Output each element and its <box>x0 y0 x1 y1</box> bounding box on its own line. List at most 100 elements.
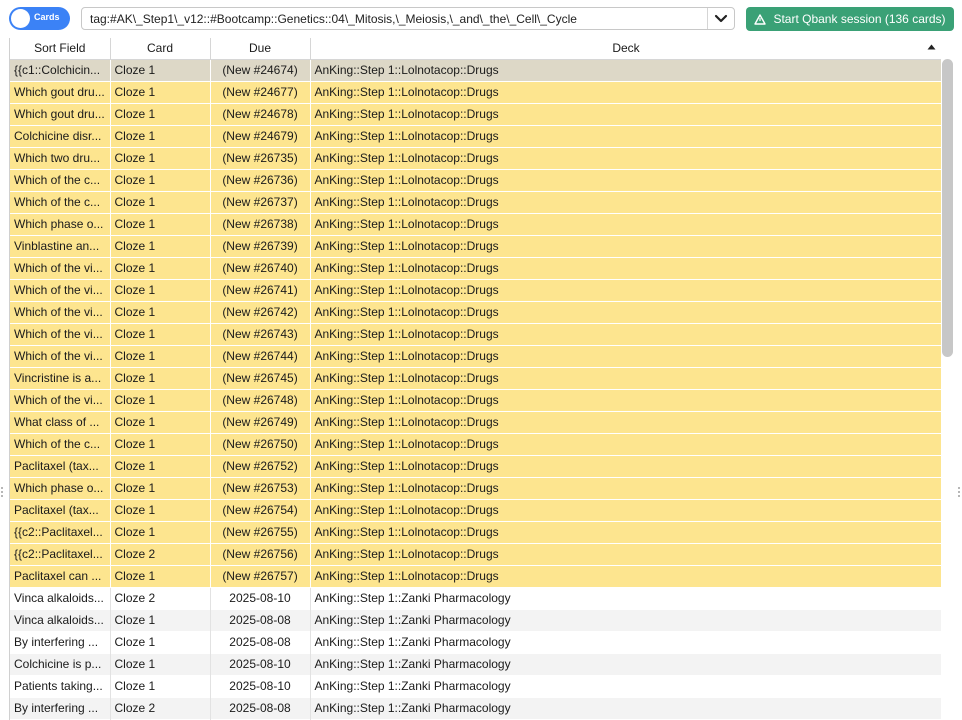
due-cell: 2025-08-10 <box>210 675 311 697</box>
table-row[interactable]: Which of the vi... Cloze 1 (New #26744) AnK… <box>10 345 943 367</box>
card-cell: Cloze 1 <box>110 81 211 103</box>
column-header-deck[interactable]: Deck <box>310 38 943 60</box>
card-cell: Cloze 1 <box>110 59 211 81</box>
deck-cell: AnKing::Step 1::Lolnotacop::Drugs <box>310 257 943 279</box>
table-row[interactable]: Vinca alkaloids... Cloze 2 2025-08-10 AnKin… <box>10 587 943 609</box>
due-cell: 2025-08-10 <box>210 587 311 609</box>
sort-field-cell: What class of ... <box>10 411 111 433</box>
table-row[interactable]: Vincristine is a... Cloze 1 (New #26745) An… <box>10 367 943 389</box>
due-cell: (New #26753) <box>210 477 311 499</box>
cards-notes-toggle[interactable]: Cards <box>9 7 70 30</box>
table-row[interactable]: Colchicine is p... Cloze 1 2025-08-10 AnKin… <box>10 653 943 675</box>
table-header: Sort Field Card Due Deck <box>10 38 943 60</box>
card-cell: Cloze 1 <box>110 125 211 147</box>
due-cell: (New #24677) <box>210 81 311 103</box>
table-row[interactable]: By interfering ... Cloze 2 2025-08-08 AnKin… <box>10 697 943 719</box>
column-header-deck-label: Deck <box>612 41 640 56</box>
card-cell: Cloze 2 <box>110 543 211 565</box>
sort-field-cell: Which of the c... <box>10 191 111 213</box>
scrollbar-thumb[interactable] <box>942 59 953 357</box>
card-cell: Cloze 1 <box>110 257 211 279</box>
deck-cell: AnKing::Step 1::Lolnotacop::Drugs <box>310 191 943 213</box>
table-row[interactable]: Which of the vi... Cloze 1 (New #26748) AnK… <box>10 389 943 411</box>
table-row[interactable]: Vinca alkaloids... Cloze 1 2025-08-08 AnKin… <box>10 609 943 631</box>
deck-cell: AnKing::Step 1::Lolnotacop::Drugs <box>310 125 943 147</box>
table-row[interactable]: Which of the vi... Cloze 1 (New #26743) AnK… <box>10 323 943 345</box>
vertical-scrollbar[interactable] <box>941 38 955 720</box>
due-cell: (New #26740) <box>210 257 311 279</box>
toggle-label: Cards <box>34 12 60 22</box>
start-qbank-button[interactable]: Start Qbank session (136 cards) <box>746 7 954 31</box>
sort-field-cell: Vinblastine an... <box>10 235 111 257</box>
sort-field-cell: Paclitaxel (tax... <box>10 499 111 521</box>
table-row[interactable]: Patients taking... Cloze 1 2025-08-10 AnKin… <box>10 675 943 697</box>
card-cell: Cloze 1 <box>110 565 211 587</box>
table-row[interactable]: Which phase o... Cloze 1 (New #26753) AnKin… <box>10 477 943 499</box>
deck-cell: AnKing::Step 1::Lolnotacop::Drugs <box>310 389 943 411</box>
due-cell: 2025-08-10 <box>210 653 311 675</box>
search-history-dropdown[interactable] <box>707 8 734 29</box>
search-box[interactable] <box>81 7 735 30</box>
due-cell: (New #24678) <box>210 103 311 125</box>
sort-field-cell: Which two dru... <box>10 147 111 169</box>
due-cell: (New #26748) <box>210 389 311 411</box>
column-header-due[interactable]: Due <box>210 38 311 60</box>
table-row[interactable]: Colchicine disr... Cloze 1 (New #24679) AnK… <box>10 125 943 147</box>
sort-field-cell: {{c2::Paclitaxel... <box>10 521 111 543</box>
table-row[interactable]: {{c2::Paclitaxel... Cloze 1 (New #26755) An… <box>10 521 943 543</box>
table-row[interactable]: Paclitaxel can ... Cloze 1 (New #26757) AnK… <box>10 565 943 587</box>
table-row[interactable]: Which of the c... Cloze 1 (New #26736) AnKi… <box>10 169 943 191</box>
left-splitter-grip[interactable] <box>1 487 4 499</box>
deck-cell: AnKing::Step 1::Lolnotacop::Drugs <box>310 477 943 499</box>
table-row[interactable]: Which two dru... Cloze 1 (New #26735) AnKin… <box>10 147 943 169</box>
card-cell: Cloze 1 <box>110 323 211 345</box>
right-splitter-grip[interactable] <box>958 487 961 499</box>
sort-ascending-icon <box>927 44 935 50</box>
column-header-sort-field[interactable]: Sort Field <box>10 38 111 60</box>
due-cell: (New #26736) <box>210 169 311 191</box>
deck-cell: AnKing::Step 1::Lolnotacop::Drugs <box>310 169 943 191</box>
table-row[interactable]: {{c1::Colchicin... Cloze 1 (New #24674) AnK… <box>10 59 943 81</box>
table-row[interactable]: Vinblastine an... Cloze 1 (New #26739) AnKi… <box>10 235 943 257</box>
deck-cell: AnKing::Step 1::Lolnotacop::Drugs <box>310 565 943 587</box>
table-row[interactable]: {{c2::Paclitaxel... Cloze 2 (New #26756) An… <box>10 543 943 565</box>
table-row[interactable]: By interfering ... Cloze 1 2025-08-08 AnKin… <box>10 631 943 653</box>
deck-cell: AnKing::Step 1::Zanki Pharmacology <box>310 631 943 653</box>
due-cell: (New #26757) <box>210 565 311 587</box>
table-row[interactable]: Which of the vi... Cloze 1 (New #26741) AnK… <box>10 279 943 301</box>
sort-field-cell: Vinca alkaloids... <box>10 609 111 631</box>
deck-cell: AnKing::Step 1::Lolnotacop::Drugs <box>310 213 943 235</box>
table-row[interactable]: Which phase o... Cloze 1 (New #26738) AnKin… <box>10 213 943 235</box>
sort-field-cell: Which phase o... <box>10 477 111 499</box>
chevron-down-icon <box>714 14 728 22</box>
due-cell: 2025-08-08 <box>210 697 311 719</box>
card-cell: Cloze 1 <box>110 411 211 433</box>
due-cell: (New #26737) <box>210 191 311 213</box>
sort-field-cell: Which gout dru... <box>10 103 111 125</box>
column-header-card[interactable]: Card <box>110 38 211 60</box>
toolbar: Cards Start Qbank session (136 cards) <box>0 0 962 38</box>
table-row[interactable]: Paclitaxel (tax... Cloze 1 (New #26754) AnK… <box>10 499 943 521</box>
table-row[interactable]: Which gout dru... Cloze 1 (New #24677) AnKi… <box>10 81 943 103</box>
table-row[interactable]: Which of the c... Cloze 1 (New #26737) AnKi… <box>10 191 943 213</box>
table-row[interactable]: Which of the c... Cloze 1 (New #26750) AnKi… <box>10 433 943 455</box>
table-row[interactable]: Which of the vi... Cloze 1 (New #26740) AnK… <box>10 257 943 279</box>
toggle-knob[interactable] <box>11 9 30 28</box>
deck-cell: AnKing::Step 1::Lolnotacop::Drugs <box>310 411 943 433</box>
sort-field-cell: Which of the vi... <box>10 301 111 323</box>
card-cell: Cloze 1 <box>110 301 211 323</box>
card-cell: Cloze 1 <box>110 675 211 697</box>
deck-cell: AnKing::Step 1::Lolnotacop::Drugs <box>310 103 943 125</box>
search-input[interactable] <box>82 8 708 29</box>
card-cell: Cloze 1 <box>110 147 211 169</box>
due-cell: 2025-08-08 <box>210 631 311 653</box>
card-cell: Cloze 1 <box>110 191 211 213</box>
table-row[interactable]: Which gout dru... Cloze 1 (New #24678) AnKi… <box>10 103 943 125</box>
sort-field-cell: Which phase o... <box>10 213 111 235</box>
card-cell: Cloze 1 <box>110 499 211 521</box>
table-row[interactable]: Paclitaxel (tax... Cloze 1 (New #26752) AnK… <box>10 455 943 477</box>
deck-cell: AnKing::Step 1::Lolnotacop::Drugs <box>310 543 943 565</box>
due-cell: (New #26749) <box>210 411 311 433</box>
table-row[interactable]: What class of ... Cloze 1 (New #26749) AnKi… <box>10 411 943 433</box>
table-row[interactable]: Which of the vi... Cloze 1 (New #26742) AnK… <box>10 301 943 323</box>
